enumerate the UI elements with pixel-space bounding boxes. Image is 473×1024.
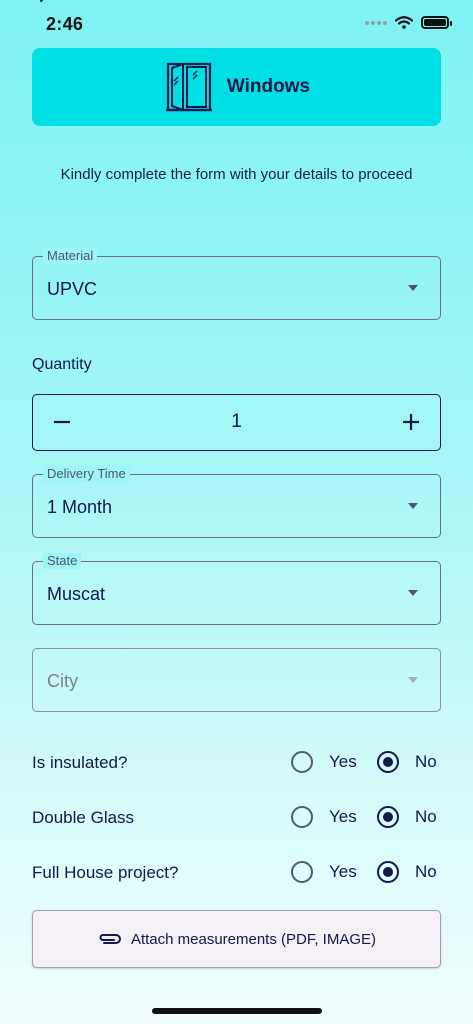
- chevron-down-icon: [408, 285, 418, 291]
- material-label: Material: [43, 248, 98, 264]
- quantity-stepper: 1: [32, 394, 441, 451]
- battery-icon: [421, 16, 452, 29]
- double-glass-question: Double Glass Yes No: [32, 806, 441, 830]
- no-label: No: [415, 862, 437, 881]
- insulated-yes-option[interactable]: Yes: [291, 751, 357, 773]
- yes-label: Yes: [329, 862, 357, 881]
- paperclip-icon: [99, 934, 121, 944]
- signal-icon: [365, 20, 387, 25]
- no-label: No: [415, 807, 437, 826]
- status-icons: [365, 16, 452, 29]
- header-card: Windows: [32, 48, 441, 126]
- chevron-down-icon: [408, 677, 418, 683]
- delivery-time-value: 1 Month: [47, 497, 113, 517]
- double-glass-yes-option[interactable]: Yes: [291, 806, 357, 828]
- intro-text: Kindly complete the form with your detai…: [60, 166, 413, 183]
- material-value: UPVC: [47, 279, 98, 299]
- attach-measurements-button[interactable]: Attach measurements (PDF, IMAGE): [32, 910, 441, 968]
- insulated-label: Is insulated?: [32, 753, 128, 772]
- full-house-label: Full House project?: [32, 863, 179, 882]
- state-label: State: [43, 553, 82, 569]
- state-dropdown[interactable]: State Muscat: [32, 553, 441, 625]
- attach-label: Attach measurements (PDF, IMAGE): [130, 930, 377, 948]
- radio-button[interactable]: [291, 751, 313, 773]
- home-indicator[interactable]: [152, 1008, 322, 1014]
- yes-label: Yes: [329, 752, 357, 771]
- double-glass-label: Double Glass: [32, 808, 135, 827]
- city-dropdown[interactable]: City: [32, 648, 441, 712]
- status-time: 2:46: [46, 14, 84, 34]
- insulated-question: Is insulated? Yes No: [32, 751, 441, 775]
- header-title: Windows: [226, 76, 311, 97]
- material-dropdown[interactable]: Material UPVC: [32, 248, 441, 320]
- double-glass-no-option[interactable]: No: [377, 806, 437, 828]
- chevron-down-icon: [408, 590, 418, 596]
- radio-button[interactable]: [377, 806, 399, 828]
- no-label: No: [415, 752, 437, 771]
- quantity-value[interactable]: 1: [33, 411, 440, 433]
- increment-button[interactable]: [398, 409, 424, 435]
- full-house-no-option[interactable]: No: [377, 861, 437, 883]
- yes-label: Yes: [329, 807, 357, 826]
- plus-icon: [403, 414, 419, 430]
- status-bar: 2:46: [0, 0, 473, 44]
- radio-button[interactable]: [291, 861, 313, 883]
- radio-button[interactable]: [377, 751, 399, 773]
- quantity-label: Quantity: [32, 356, 92, 373]
- city-placeholder: City: [47, 671, 78, 691]
- wifi-icon: [395, 16, 413, 29]
- insulated-no-option[interactable]: No: [377, 751, 437, 773]
- chevron-down-icon: [408, 503, 418, 509]
- window-icon: [165, 62, 212, 112]
- delivery-time-label: Delivery Time: [43, 466, 130, 482]
- radio-button[interactable]: [291, 806, 313, 828]
- back-arrow-icon[interactable]: [38, 0, 52, 8]
- radio-button[interactable]: [377, 861, 399, 883]
- full-house-yes-option[interactable]: Yes: [291, 861, 357, 883]
- state-value: Muscat: [47, 584, 106, 604]
- full-house-question: Full House project? Yes No: [32, 861, 441, 885]
- delivery-time-dropdown[interactable]: Delivery Time 1 Month: [32, 466, 441, 538]
